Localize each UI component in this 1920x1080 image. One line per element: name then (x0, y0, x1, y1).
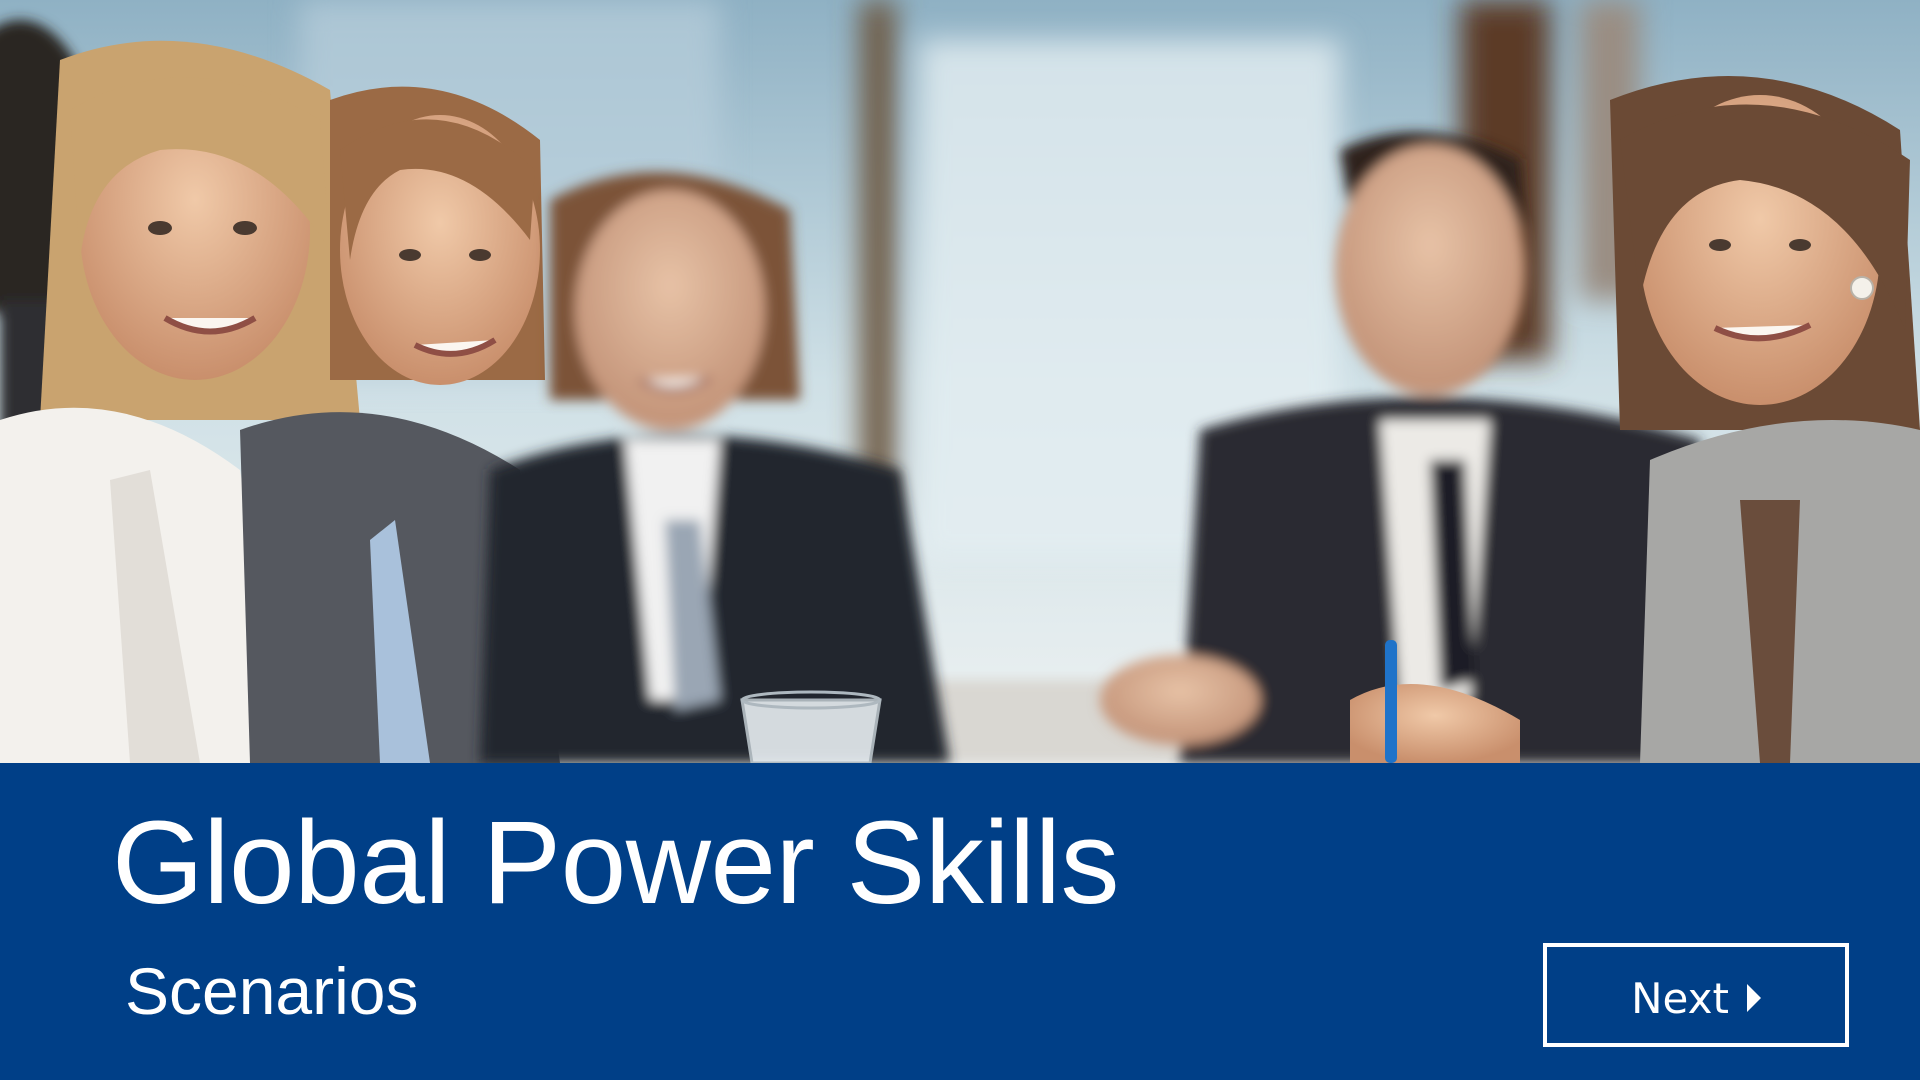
course-title-slide: Global Power Skills Scenarios Next (0, 0, 1920, 1080)
next-button[interactable]: Next (1543, 943, 1849, 1047)
business-meeting-photo (0, 0, 1920, 763)
next-button-label: Next (1631, 974, 1729, 1023)
caret-right-icon (1746, 984, 1761, 1012)
slide-title: Global Power Skills (112, 797, 1119, 929)
slide-subtitle: Scenarios (125, 954, 419, 1028)
